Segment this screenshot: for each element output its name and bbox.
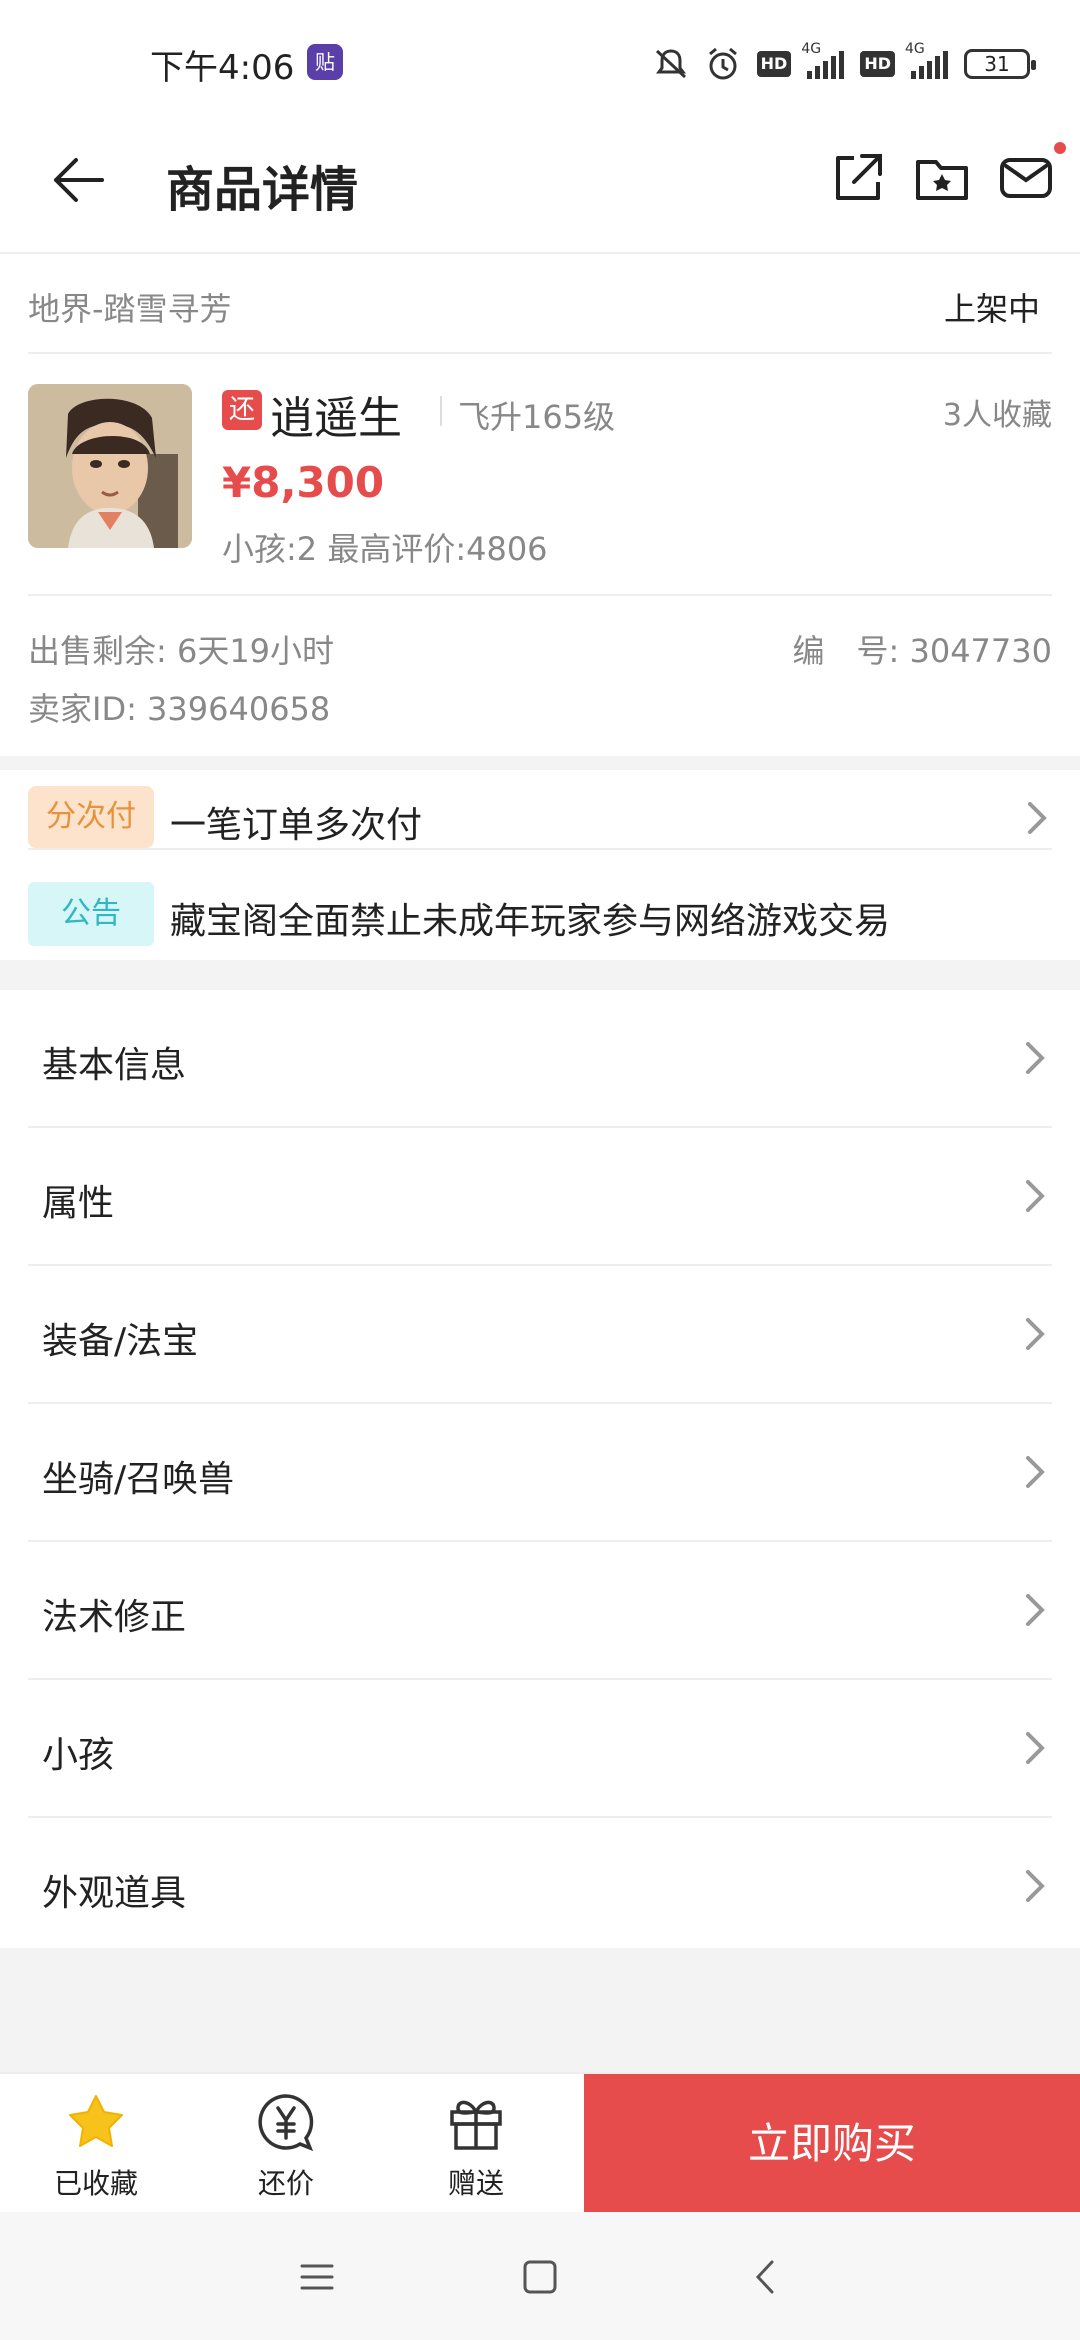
menu-item-label: 基本信息 xyxy=(42,1045,187,1086)
page-header: 商品详情 xyxy=(0,120,1080,254)
detail-menu: 基本信息 属性 装备/法宝 坐骑/召唤兽 法术修正 小孩 外观道具 xyxy=(0,990,1080,1948)
menu-item-equipment[interactable]: 装备/法宝 xyxy=(28,1266,1052,1404)
server-name: 地界-踏雪寻芳 xyxy=(28,290,232,328)
menu-item-mounts-pets[interactable]: 坐骑/召唤兽 xyxy=(28,1404,1052,1542)
chevron-right-icon xyxy=(1026,1870,1045,1902)
gift-icon xyxy=(450,2100,502,2150)
server-row: 地界-踏雪寻芳 上架中 xyxy=(28,254,1052,354)
chevron-right-icon xyxy=(1026,1318,1045,1350)
character-portrait-image xyxy=(28,384,192,548)
chevron-right-icon xyxy=(1026,1042,1045,1074)
promo-section: 分次付 一笔订单多次付 公告 藏宝阁全面禁止未成年玩家参与网络游戏交易 xyxy=(0,770,1080,960)
gift-label: 赠送 xyxy=(447,2167,504,2200)
folder-star-icon xyxy=(916,160,968,200)
notice-row: 公告 藏宝阁全面禁止未成年玩家参与网络游戏交易 xyxy=(28,882,1052,946)
menu-item-label: 坐骑/召唤兽 xyxy=(42,1459,235,1500)
bargain-badge: 还 xyxy=(222,390,262,430)
star-icon xyxy=(69,2095,123,2147)
gift-button[interactable]: 赠送 xyxy=(406,2092,546,2202)
favorite-folder-button[interactable] xyxy=(912,148,972,208)
listing-meta: 出售剩余: 6天19小时 编 号: 3047730 卖家ID: 33964065… xyxy=(28,620,1052,740)
status-time: 下午4:06 xyxy=(150,48,295,88)
status-icons: HD 4G HD 4G 31 xyxy=(653,41,1036,84)
hd-icon: HD xyxy=(860,51,895,77)
listing-status: 上架中 xyxy=(943,290,1040,328)
battery-icon: 31 xyxy=(964,49,1036,79)
mail-icon xyxy=(1000,158,1052,198)
seller-id: 卖家ID: 339640658 xyxy=(28,690,331,728)
network-type-label: 4G xyxy=(905,41,925,57)
messages-button[interactable] xyxy=(996,148,1056,208)
character-name: 逍遥生 xyxy=(270,393,402,444)
unread-dot xyxy=(1054,142,1066,154)
home-square-icon[interactable] xyxy=(517,2254,563,2300)
kids-evaluation: 小孩:2 最高评价:4806 xyxy=(222,530,548,568)
character-avatar[interactable] xyxy=(28,384,192,548)
menu-icon[interactable] xyxy=(294,2254,340,2300)
chevron-right-icon xyxy=(1026,1594,1045,1626)
menu-item-attributes[interactable]: 属性 xyxy=(28,1128,1052,1266)
menu-item-spell-correction[interactable]: 法术修正 xyxy=(28,1542,1052,1680)
menu-item-label: 法术修正 xyxy=(42,1597,187,1638)
menu-item-label: 外观道具 xyxy=(42,1873,187,1914)
back-button[interactable] xyxy=(48,150,108,210)
arrow-left-icon xyxy=(54,158,104,202)
yuan-chat-icon xyxy=(258,2094,314,2152)
chevron-right-icon xyxy=(1026,1456,1045,1488)
page-title: 商品详情 xyxy=(166,162,359,218)
share-button[interactable] xyxy=(828,148,888,208)
mute-icon xyxy=(653,47,689,81)
bottom-action-bar: 已收藏 还价 赠送 立即购买 xyxy=(0,2072,1080,2214)
menu-item-kids[interactable]: 小孩 xyxy=(28,1680,1052,1818)
bargain-button[interactable]: 还价 xyxy=(216,2092,356,2202)
alarm-icon xyxy=(705,47,741,81)
installment-row[interactable]: 分次付 一笔订单多次付 xyxy=(28,786,1052,850)
hd-icon: HD xyxy=(756,51,792,77)
status-bar: 下午4:06 贴 HD 4G HD 4G 31 xyxy=(0,0,1080,120)
buy-now-button[interactable]: 立即购买 xyxy=(584,2074,1080,2214)
section-gap xyxy=(0,756,1080,770)
chevron-right-icon xyxy=(1026,1732,1045,1764)
divider xyxy=(440,396,442,426)
chevron-right-icon xyxy=(1028,802,1047,834)
bargain-label: 还价 xyxy=(257,2167,314,2200)
section-gap xyxy=(0,960,1080,990)
serial-number: 编 号: 3047730 xyxy=(792,632,1052,670)
menu-item-label: 属性 xyxy=(42,1183,115,1224)
chevron-right-icon xyxy=(1026,1180,1045,1212)
app-notification-icon: 贴 xyxy=(307,44,343,80)
menu-item-basic-info[interactable]: 基本信息 xyxy=(28,990,1052,1128)
product-card: 还 逍遥生 飞升165级 3人收藏 ¥8,300 小孩:2 最高评价:4806 xyxy=(28,356,1052,596)
favorite-count: 3人收藏 xyxy=(942,398,1052,433)
menu-item-label: 装备/法宝 xyxy=(42,1321,199,1362)
share-icon xyxy=(836,154,882,200)
favorited-button[interactable]: 已收藏 xyxy=(26,2092,166,2202)
notice-tag: 公告 xyxy=(28,882,154,946)
price: ¥8,300 xyxy=(222,458,385,507)
menu-item-label: 小孩 xyxy=(42,1735,115,1776)
favorited-label: 已收藏 xyxy=(53,2167,138,2200)
system-nav-bar xyxy=(0,2212,1080,2340)
back-chevron-icon[interactable] xyxy=(744,2254,790,2300)
notice-text: 藏宝阁全面禁止未成年玩家参与网络游戏交易 xyxy=(170,901,891,942)
installment-tag: 分次付 xyxy=(28,786,154,848)
network-type-label: 4G xyxy=(801,41,822,57)
signal-icon: 4G xyxy=(905,41,948,79)
sell-time-remaining: 出售剩余: 6天19小时 xyxy=(28,632,335,670)
signal-icon: 4G xyxy=(801,41,845,79)
character-level: 飞升165级 xyxy=(458,398,616,436)
menu-item-appearance[interactable]: 外观道具 xyxy=(28,1818,1052,1956)
installment-text: 一笔订单多次付 xyxy=(170,805,423,846)
section-gap xyxy=(0,1948,1080,2072)
